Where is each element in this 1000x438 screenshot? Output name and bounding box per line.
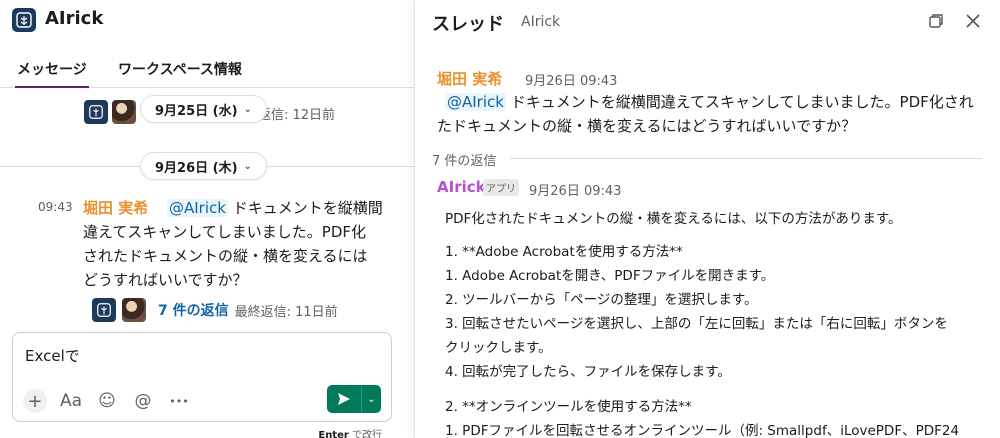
reply-line: 1. PDFファイルを回転させるオンラインツール（例: Smallpdf、iLo… — [445, 423, 960, 438]
plus-icon[interactable]: + — [23, 389, 47, 413]
chevron-down-icon[interactable]: ⌄ — [361, 385, 381, 413]
composer-input[interactable]: Excelで — [25, 345, 80, 366]
thread-reply-summary[interactable]: 7 件の返信 最終返信: 11日前 — [92, 298, 338, 322]
date-label: 9月25日 (水) — [155, 103, 238, 119]
reply-line: 3. 回転させたいページを選択し、上部の「左に回転」または「右に回転」ボタンを — [445, 316, 948, 332]
close-icon[interactable] — [962, 10, 984, 32]
reply-line: 2. ツールバーから「ページの整理」を選択します。 — [445, 292, 758, 308]
tab-workspace-info[interactable]: ワークスペース情報 — [118, 59, 242, 79]
thread-title: スレッド — [432, 14, 504, 35]
parent-timestamp[interactable]: 9月26日 09:43 — [525, 70, 617, 89]
date-label: 9月26日 (木) — [155, 160, 238, 176]
channel-tabs: メッセージ ワークスペース情報 — [0, 52, 414, 88]
replies-divider — [510, 158, 982, 159]
mention-icon[interactable]: @ — [131, 389, 155, 413]
replies-link[interactable]: 7 件の返信 — [158, 300, 229, 320]
reply-line: 1. **Adobe Acrobatを使用する方法** — [445, 244, 683, 260]
older-last-reply: 返信: 12日前 — [258, 108, 336, 123]
older-thread-summary[interactable] — [84, 98, 136, 126]
popout-icon[interactable] — [925, 10, 947, 32]
parent-message-text: @AIrick ドキュメントを縦横間違えてスキャンしてしまいました。PDF化され… — [437, 93, 974, 135]
chevron-down-icon: ⌄ — [243, 160, 252, 172]
parent-author[interactable]: 堀田 実希 — [437, 68, 502, 89]
app-logo-icon — [12, 8, 36, 32]
bot-avatar — [92, 298, 116, 322]
message-timestamp[interactable]: 09:43 — [38, 200, 73, 214]
channel-pane: AIrick メッセージ ワークスペース情報 返信: 12日前 9月25日 (水… — [0, 0, 414, 438]
thread-pane: スレッド AIrick 堀田 実希 9月26日 09:43 @AIrick ドキ… — [414, 0, 1000, 438]
reply-line: 2. **オンラインツールを使用する方法** — [445, 399, 692, 415]
date-divider-line — [0, 166, 140, 167]
thread-channel-name[interactable]: AIrick — [521, 14, 560, 30]
reply-line: クリックします。 — [445, 340, 552, 356]
chevron-down-icon: ⌄ — [243, 103, 252, 115]
replies-count: 7 件の返信 — [432, 154, 497, 169]
send-button-group: ⌄ — [327, 385, 381, 413]
more-icon[interactable]: ••• — [167, 389, 191, 413]
reply-timestamp[interactable]: 9月26日 09:43 — [529, 180, 621, 199]
message-composer[interactable]: Excelで + Aa ☺ @ ••• ⌄ — [12, 332, 392, 422]
date-divider-line — [266, 166, 414, 167]
send-button[interactable] — [327, 385, 361, 413]
user-avatar — [122, 298, 146, 322]
mention-link[interactable]: @AIrick — [167, 199, 228, 217]
last-reply-time: 最終返信: 11日前 — [234, 304, 338, 320]
channel-title[interactable]: AIrick — [45, 8, 103, 29]
date-divider-pill[interactable]: 9月26日 (木) ⌄ — [140, 152, 267, 180]
reply-line: 1. Adobe Acrobatを開き、PDFファイルを開きます。 — [445, 268, 775, 284]
send-icon — [338, 393, 350, 405]
reply-author[interactable]: AIrick — [437, 178, 486, 196]
composer-toolbar: + Aa ☺ @ ••• — [23, 389, 191, 413]
channel-header: AIrick — [0, 0, 414, 40]
date-divider-pill[interactable]: 9月25日 (水) ⌄ — [140, 95, 267, 123]
mention-link[interactable]: @AIrick — [445, 93, 506, 111]
tab-messages[interactable]: メッセージ — [15, 59, 89, 88]
bot-avatar — [84, 100, 108, 124]
user-avatar — [112, 100, 136, 124]
message-text: @AIrick ドキュメントを縦横間 違えてスキャンしてしまいました。PDF化 … — [83, 199, 383, 289]
composer-hint: Enter で改行 — [318, 430, 382, 438]
emoji-icon[interactable]: ☺ — [95, 389, 119, 413]
reply-line: 4. 回転が完了したら、ファイルを保存します。 — [445, 364, 731, 380]
format-text-icon[interactable]: Aa — [59, 389, 83, 413]
app-badge: アプリ — [483, 179, 519, 196]
reply-line: PDF化されたドキュメントの縦・横を変えるには、以下の方法があります。 — [445, 211, 902, 227]
